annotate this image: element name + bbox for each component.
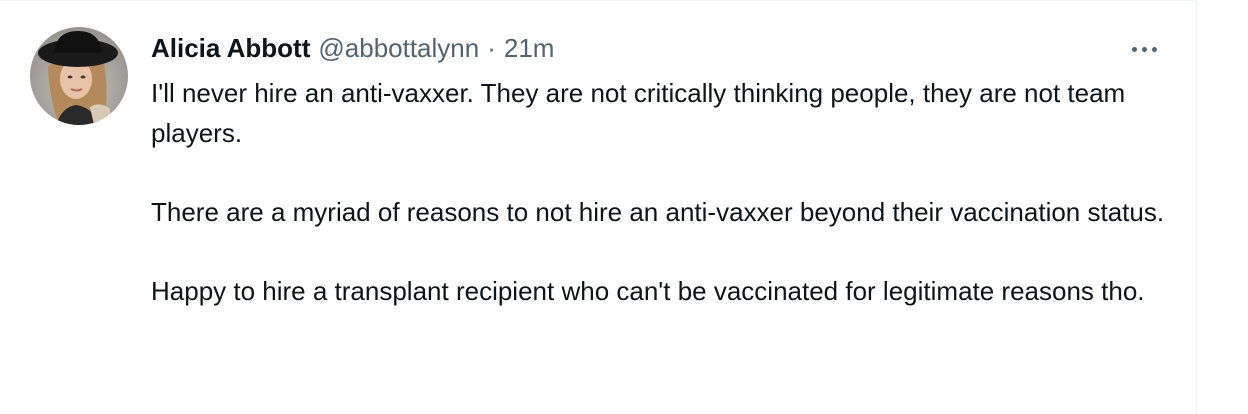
tweet-paragraph: Happy to hire a transplant recipient who… [151, 275, 1145, 306]
header-separator: · [487, 33, 496, 63]
more-horizontal-icon [1141, 46, 1147, 52]
more-horizontal-icon [1131, 46, 1137, 52]
tweet-header: Alicia Abbott @abbottalynn · 21m [151, 31, 554, 65]
author-handle[interactable]: @abbottalynn [318, 31, 479, 65]
tweet-card[interactable]: Alicia Abbott @abbottalynn · 21m I'll ne… [0, 0, 1197, 414]
tweet-timestamp[interactable]: 21m [504, 31, 555, 65]
tweet-text: I'll never hire an anti-vaxxer. They are… [151, 74, 1171, 311]
avatar[interactable] [30, 27, 128, 125]
profile-photo-icon [30, 27, 128, 125]
tweet-paragraph: There are a myriad of reasons to not hir… [151, 196, 1165, 227]
author-display-name[interactable]: Alicia Abbott [151, 31, 310, 65]
more-options-button[interactable] [1124, 31, 1164, 67]
more-horizontal-icon [1151, 46, 1157, 52]
tweet-paragraph: I'll never hire an anti-vaxxer. They are… [151, 78, 1126, 148]
right-gutter [1198, 0, 1248, 414]
